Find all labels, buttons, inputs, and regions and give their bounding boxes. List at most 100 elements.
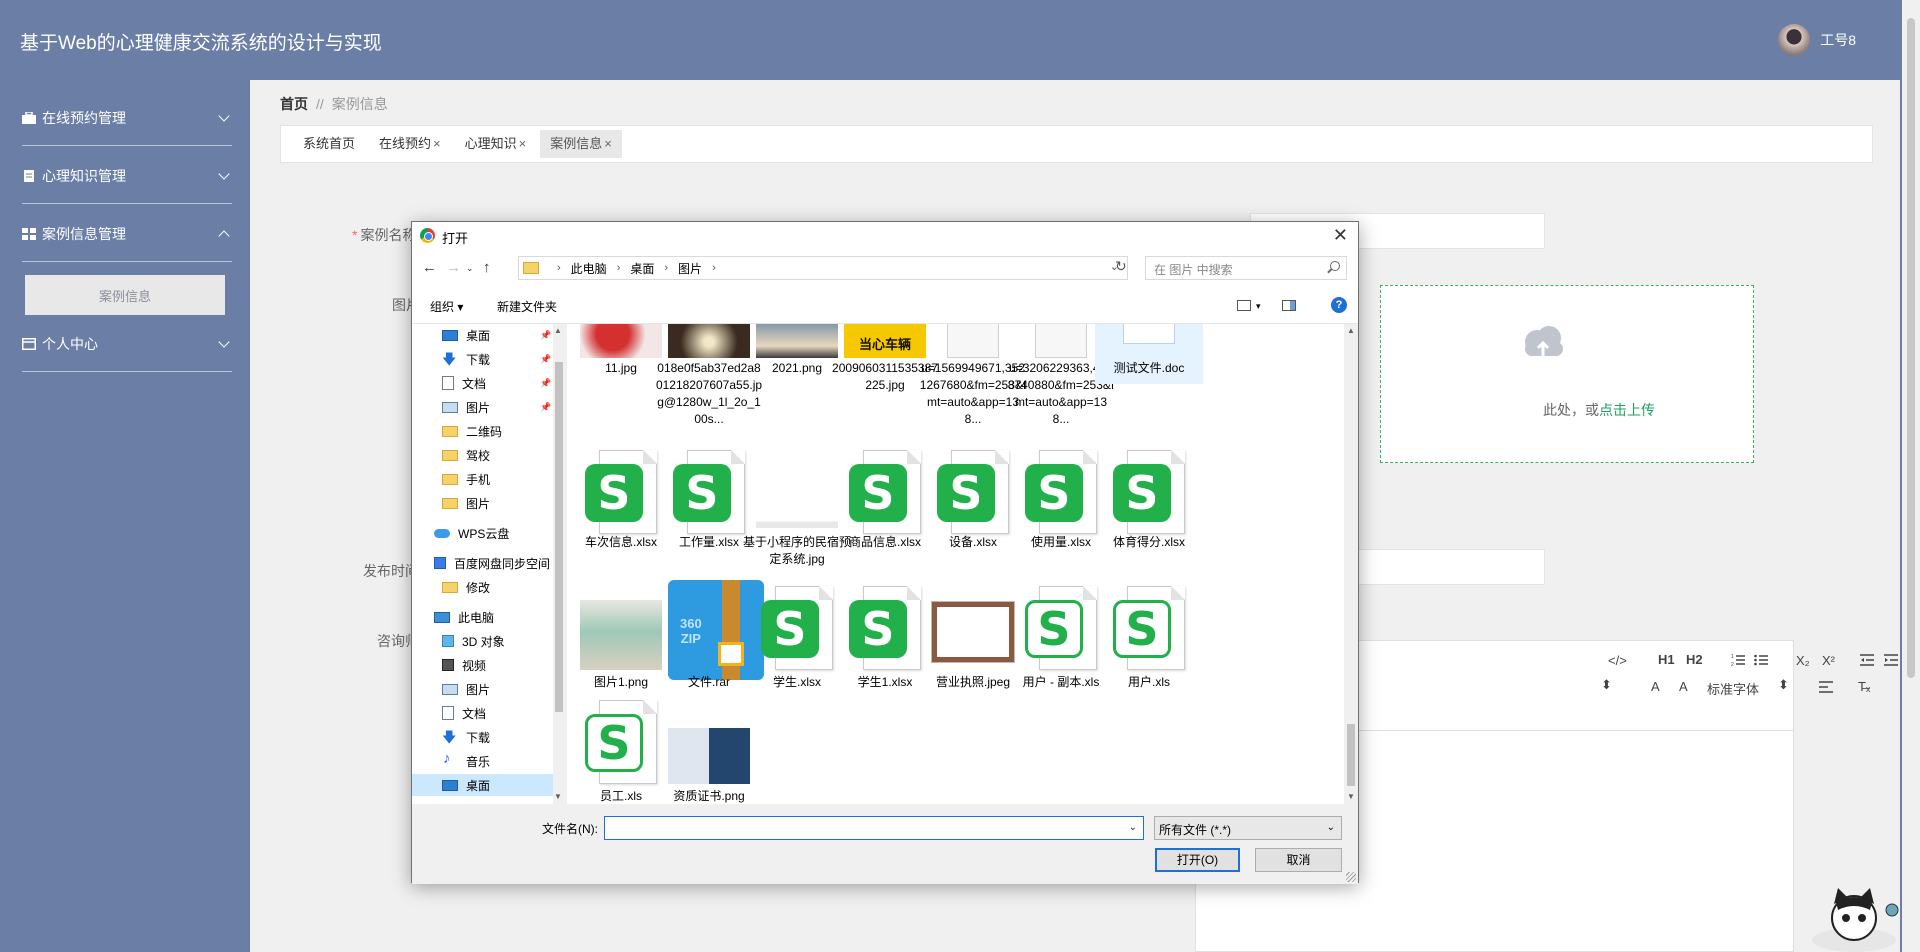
file-item[interactable]: S 用户.xls xyxy=(1095,580,1203,696)
path-segment[interactable]: 此电脑 xyxy=(571,260,607,277)
nav-item-3d[interactable]: 3D 对象 xyxy=(442,630,505,652)
code-button[interactable]: </> xyxy=(1608,653,1627,668)
file-item[interactable]: S 体育得分.xlsx xyxy=(1095,442,1203,568)
help-icon[interactable]: ? xyxy=(1331,297,1347,313)
upload-hint-text: 此处，或 xyxy=(1543,402,1599,418)
scrollbar-thumb[interactable] xyxy=(1347,724,1355,786)
user-name[interactable]: 工号8 xyxy=(1820,30,1856,50)
nav-item-downloads[interactable]: 下载 xyxy=(442,726,490,751)
view-dropdown-icon[interactable]: ▾ xyxy=(1256,301,1261,312)
sidebar-item-appointment[interactable]: 在线预约管理 xyxy=(22,90,232,146)
background-color-button[interactable]: A xyxy=(1679,679,1688,694)
outdent-icon[interactable] xyxy=(1860,653,1874,667)
h2-button[interactable]: H2 xyxy=(1686,652,1703,667)
file-list-scrollbar[interactable]: ▲ ▼ xyxy=(1344,324,1358,804)
organize-button[interactable]: 组织 ▾ xyxy=(430,298,463,315)
clear-format-button[interactable]: T̶ₓ xyxy=(1858,679,1870,694)
nav-item-video[interactable]: 视频 xyxy=(442,654,486,676)
cancel-button[interactable]: 取消 xyxy=(1255,848,1342,872)
nav-item-downloads[interactable]: 下载 xyxy=(442,348,490,373)
file-type-select[interactable]: 所有文件 (*.*) ⌄ xyxy=(1154,816,1342,840)
tab-case-info[interactable]: 案例信息 × xyxy=(540,130,622,158)
nav-item-folder[interactable]: 驾校 xyxy=(442,444,490,466)
tab-label: 在线预约 xyxy=(379,136,432,151)
breadcrumb-home[interactable]: 首页 xyxy=(280,96,308,112)
pin-icon: 📌 xyxy=(540,402,552,412)
scrollbar-thumb[interactable] xyxy=(1907,18,1915,678)
resize-grip-icon[interactable] xyxy=(1346,872,1356,882)
user-menu[interactable]: 工号8 xyxy=(1778,24,1856,56)
nav-item-pictures[interactable]: 图片 xyxy=(442,396,490,418)
word-document-icon xyxy=(1123,324,1175,344)
up-arrow-icon[interactable]: ↑ xyxy=(483,259,491,276)
close-icon[interactable]: × xyxy=(519,136,527,151)
nav-item-folder[interactable]: 手机 xyxy=(442,468,490,490)
case-name-label: * 案例名称 xyxy=(352,225,416,245)
scroll-up-arrow-icon[interactable]: ▲ xyxy=(554,326,562,335)
search-input[interactable]: 在 图片 中搜索 xyxy=(1145,256,1347,280)
nav-item-folder[interactable]: 修改 xyxy=(442,576,490,598)
filename-input[interactable]: ⌄ xyxy=(604,816,1144,840)
open-button[interactable]: 打开(O) xyxy=(1155,848,1240,872)
nav-item-wps-cloud[interactable]: WPS云盘 xyxy=(434,522,509,544)
nav-item-this-pc[interactable]: 此电脑 xyxy=(434,606,494,628)
nav-scrollbar[interactable]: ▲ ▼ xyxy=(553,324,565,804)
tab-label: 系统首页 xyxy=(303,136,356,151)
recent-dropdown-icon[interactable]: ⌄ xyxy=(466,263,474,274)
pin-icon: 📌 xyxy=(540,354,552,364)
certificate-thumbnail xyxy=(931,601,1015,663)
font-color-button[interactable]: A xyxy=(1651,679,1660,694)
bullet-list-icon[interactable] xyxy=(1754,653,1768,667)
scroll-up-arrow-icon[interactable]: ▲ xyxy=(1347,326,1355,335)
file-item[interactable]: 资质证书.png xyxy=(655,698,763,803)
path-segment[interactable]: 桌面 xyxy=(630,260,654,277)
sidebar-item-cases[interactable]: 案例信息管理 xyxy=(22,206,232,262)
nav-item-documents[interactable]: 文档 xyxy=(442,372,486,394)
new-folder-button[interactable]: 新建文件夹 xyxy=(497,298,557,315)
subscript-button[interactable]: X₂ xyxy=(1796,653,1810,668)
page-scrollbar[interactable] xyxy=(1902,0,1920,952)
close-icon[interactable]: × xyxy=(604,136,612,151)
back-arrow-icon[interactable]: ← xyxy=(422,259,437,276)
nav-item-folder[interactable]: 二维码 xyxy=(442,420,502,442)
nav-item-documents[interactable]: 文档 xyxy=(442,702,486,724)
path-segment[interactable]: 图片 xyxy=(678,260,702,277)
view-mode-icon[interactable] xyxy=(1237,300,1251,311)
h1-button[interactable]: H1 xyxy=(1658,652,1675,667)
forward-arrow-icon[interactable]: → xyxy=(446,259,461,276)
align-icon[interactable] xyxy=(1819,681,1833,693)
nav-item-folder[interactable]: 图片 xyxy=(442,492,490,514)
scrollbar-thumb[interactable] xyxy=(555,362,563,712)
nav-label: 修改 xyxy=(466,580,491,595)
file-item-selected[interactable]: 测试文件.doc xyxy=(1095,324,1203,384)
sidebar-subitem-case-info[interactable]: 案例信息 xyxy=(25,275,225,315)
scroll-down-arrow-icon[interactable]: ▼ xyxy=(554,792,562,801)
tab-home[interactable]: 系统首页 xyxy=(293,130,365,158)
tab-appointment[interactable]: 在线预约 × xyxy=(369,130,451,158)
image-upload-area[interactable]: 此处，或点击上传 xyxy=(1380,285,1754,463)
nav-item-desktop[interactable]: 桌面 xyxy=(442,324,490,346)
indent-icon[interactable] xyxy=(1884,653,1898,667)
file-name: 测试文件.doc xyxy=(1113,361,1185,375)
nav-item-music[interactable]: 音乐 xyxy=(442,750,490,772)
ordered-list-icon[interactable]: 12 xyxy=(1731,653,1745,667)
avatar[interactable] xyxy=(1778,24,1811,56)
address-bar[interactable]: › 此电脑 › 桌面 › 图片 › ⌄ xyxy=(518,256,1128,280)
superscript-button[interactable]: X² xyxy=(1822,653,1835,668)
scroll-down-arrow-icon[interactable]: ▼ xyxy=(1347,792,1355,801)
sidebar-item-profile[interactable]: 个人中心 xyxy=(22,316,232,372)
close-button[interactable]: ✕ xyxy=(1333,225,1348,246)
nav-item-desktop[interactable]: 桌面 xyxy=(412,774,553,796)
chevron-down-icon xyxy=(218,110,230,122)
nav-item-pictures[interactable]: 图片 xyxy=(442,678,490,700)
nav-item-baidu[interactable]: 百度网盘同步空间 xyxy=(434,552,550,574)
preview-pane-icon[interactable] xyxy=(1282,300,1296,311)
font-family-select[interactable]: 标准字体 xyxy=(1707,679,1759,698)
refresh-icon[interactable]: ↻ xyxy=(1115,258,1127,275)
upload-link[interactable]: 点击上传 xyxy=(1599,402,1655,418)
chevron-down-icon[interactable]: ⌄ xyxy=(1129,822,1137,833)
close-icon[interactable]: × xyxy=(433,136,441,151)
tab-knowledge[interactable]: 心理知识 × xyxy=(455,130,537,158)
sidebar-item-knowledge[interactable]: 心理知识管理 xyxy=(22,148,232,204)
excel-file-icon: S xyxy=(1113,586,1185,672)
